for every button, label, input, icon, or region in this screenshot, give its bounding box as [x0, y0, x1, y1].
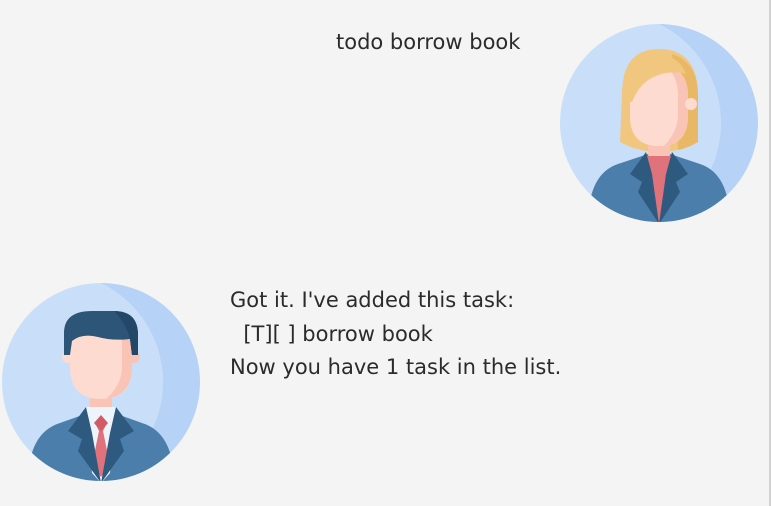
chat-window: todo borrow book Got it. I've added this… [0, 0, 771, 506]
bot-message-text: Got it. I've added this task: [T][ ] bor… [230, 284, 561, 385]
man-bot-avatar-icon [2, 283, 200, 481]
user-message-text: todo borrow book [336, 30, 521, 54]
bot-message-line: Got it. I've added this task: [230, 288, 515, 312]
bot-message-line: [T][ ] borrow book [230, 321, 433, 346]
woman-user-avatar-icon [560, 24, 758, 222]
bot-message-line: Now you have 1 task in the list. [230, 355, 562, 379]
